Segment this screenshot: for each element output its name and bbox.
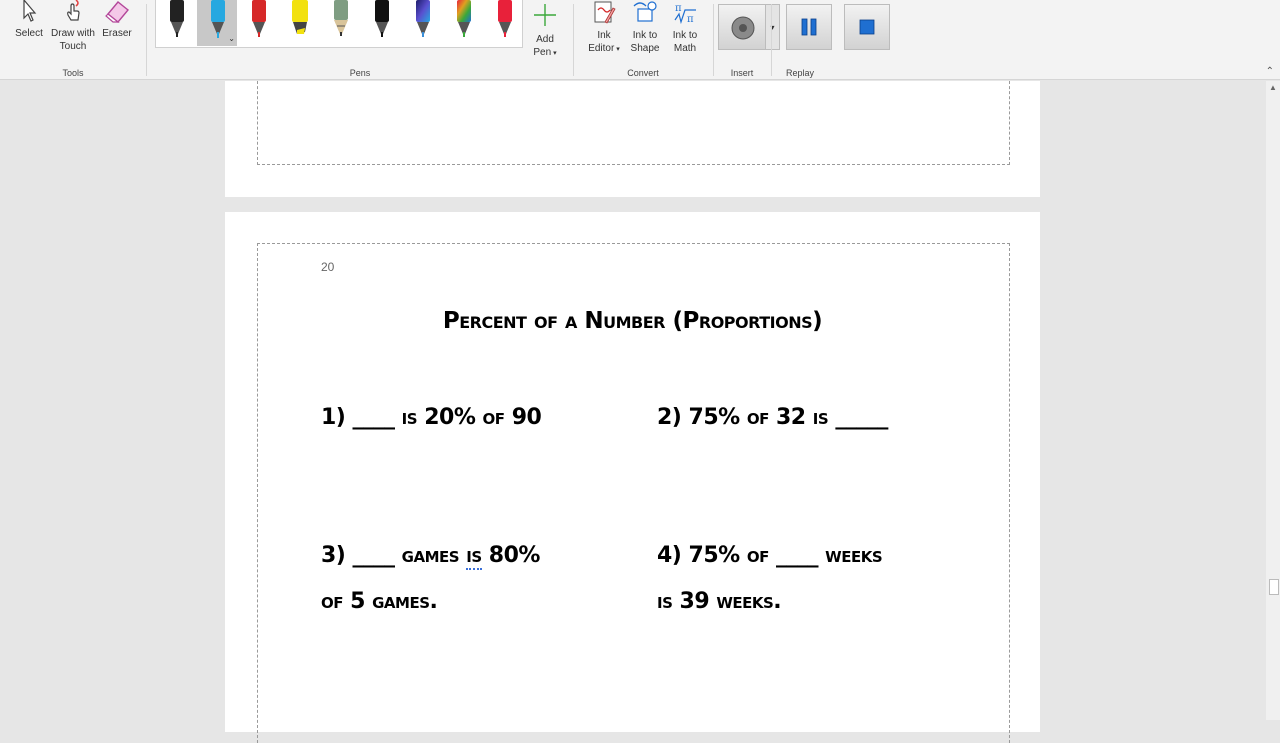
spelling-flag[interactable]: is (466, 543, 482, 570)
pen-pink-red-icon (498, 0, 512, 37)
pen-black-icon (170, 0, 184, 37)
pen-gallery: ⌄ (155, 0, 523, 48)
replay-group-label: Replay (785, 68, 814, 78)
scrollbar-thumb[interactable] (1269, 579, 1279, 595)
stop-icon (859, 19, 875, 35)
document-page[interactable]: 20 Percent of a Number (Proportions) 1) … (225, 212, 1040, 743)
tools-group: Select Draw with Touch Eraser Tools (0, 0, 146, 80)
ink-to-math-button[interactable]: π π Ink to Math (666, 0, 704, 55)
pencil-green[interactable] (320, 0, 360, 46)
page-margin-box (257, 81, 1010, 165)
collapse-ribbon-chevron-icon[interactable]: ⌃ (1266, 66, 1274, 77)
ink-to-shape-icon (633, 1, 657, 22)
problem-2: 2) 75% of 32 is _____ (657, 405, 888, 430)
add-pen-button[interactable]: Add Pen ▾ (528, 2, 562, 60)
pen-options-chevron-icon[interactable]: ⌄ (228, 34, 235, 43)
touch-hand-icon (67, 0, 80, 21)
record-circle-icon (731, 16, 755, 40)
pen-black-2[interactable] (361, 0, 401, 46)
pen-black[interactable] (156, 0, 196, 46)
ink-to-math-icon: π π (674, 3, 696, 25)
problem-3: 3) ____ games is 80% of 5 games. (321, 543, 540, 614)
pen-red[interactable] (238, 0, 278, 46)
page-number: 20 (321, 260, 335, 274)
pause-button[interactable] (786, 4, 832, 50)
insert-group: ▾ Insert (714, 0, 780, 80)
pencil-green-icon (334, 0, 348, 36)
plus-icon (534, 4, 556, 26)
problem-1: 1) ____ is 20% of 90 (321, 405, 542, 430)
document-page (225, 81, 1040, 197)
pen-rainbow[interactable] (443, 0, 483, 46)
worksheet-heading: Percent of a Number (Proportions) (442, 308, 823, 334)
record-button[interactable] (718, 4, 766, 50)
convert-group: Ink Editor ▾ Ink to Shape π π Ink to Mat… (574, 0, 712, 80)
pen-black-2-icon (375, 0, 389, 37)
pen-rainbow-icon (457, 0, 471, 37)
insert-group-label: Insert (730, 68, 754, 78)
pen-galaxy-icon (416, 0, 430, 37)
draw-with-touch-button[interactable]: Draw with Touch (48, 0, 98, 53)
eraser-button[interactable]: Eraser (99, 0, 135, 40)
stop-button[interactable] (844, 4, 890, 50)
ink-to-shape-button[interactable]: Ink to Shape (626, 0, 664, 55)
pen-light-blue[interactable]: ⌄ (197, 0, 237, 46)
svg-text:π: π (675, 3, 682, 14)
cursor-arrow-icon (23, 0, 37, 22)
highlighter-yellow[interactable] (279, 0, 319, 46)
replay-group: Replay (772, 0, 896, 80)
pause-icon (801, 18, 817, 36)
scroll-up-arrow-icon[interactable]: ▲ (1269, 83, 1277, 92)
convert-group-label: Convert (627, 68, 659, 78)
tools-group-label: Tools (62, 68, 84, 78)
pen-light-blue-icon (211, 0, 225, 38)
pens-group-label: Pens (349, 68, 371, 78)
select-tool-button[interactable]: Select (10, 0, 48, 40)
problem-4: 4) 75% of ____ weeks is 39 weeks. (657, 543, 883, 614)
vertical-scrollbar[interactable]: ▲ (1266, 81, 1280, 720)
pen-galaxy[interactable] (402, 0, 442, 46)
ink-editor-button[interactable]: Ink Editor ▾ (582, 0, 626, 56)
ink-editor-icon (594, 1, 616, 24)
highlighter-yellow-icon (292, 0, 308, 34)
document-canvas: 20 Percent of a Number (Proportions) 1) … (0, 81, 1280, 743)
eraser-icon (105, 1, 129, 23)
pen-pink-red[interactable] (484, 0, 524, 46)
svg-text:π: π (687, 14, 694, 25)
draw-ribbon: Select Draw with Touch Eraser Tools Pens (0, 0, 1280, 80)
pen-red-icon (252, 0, 266, 37)
